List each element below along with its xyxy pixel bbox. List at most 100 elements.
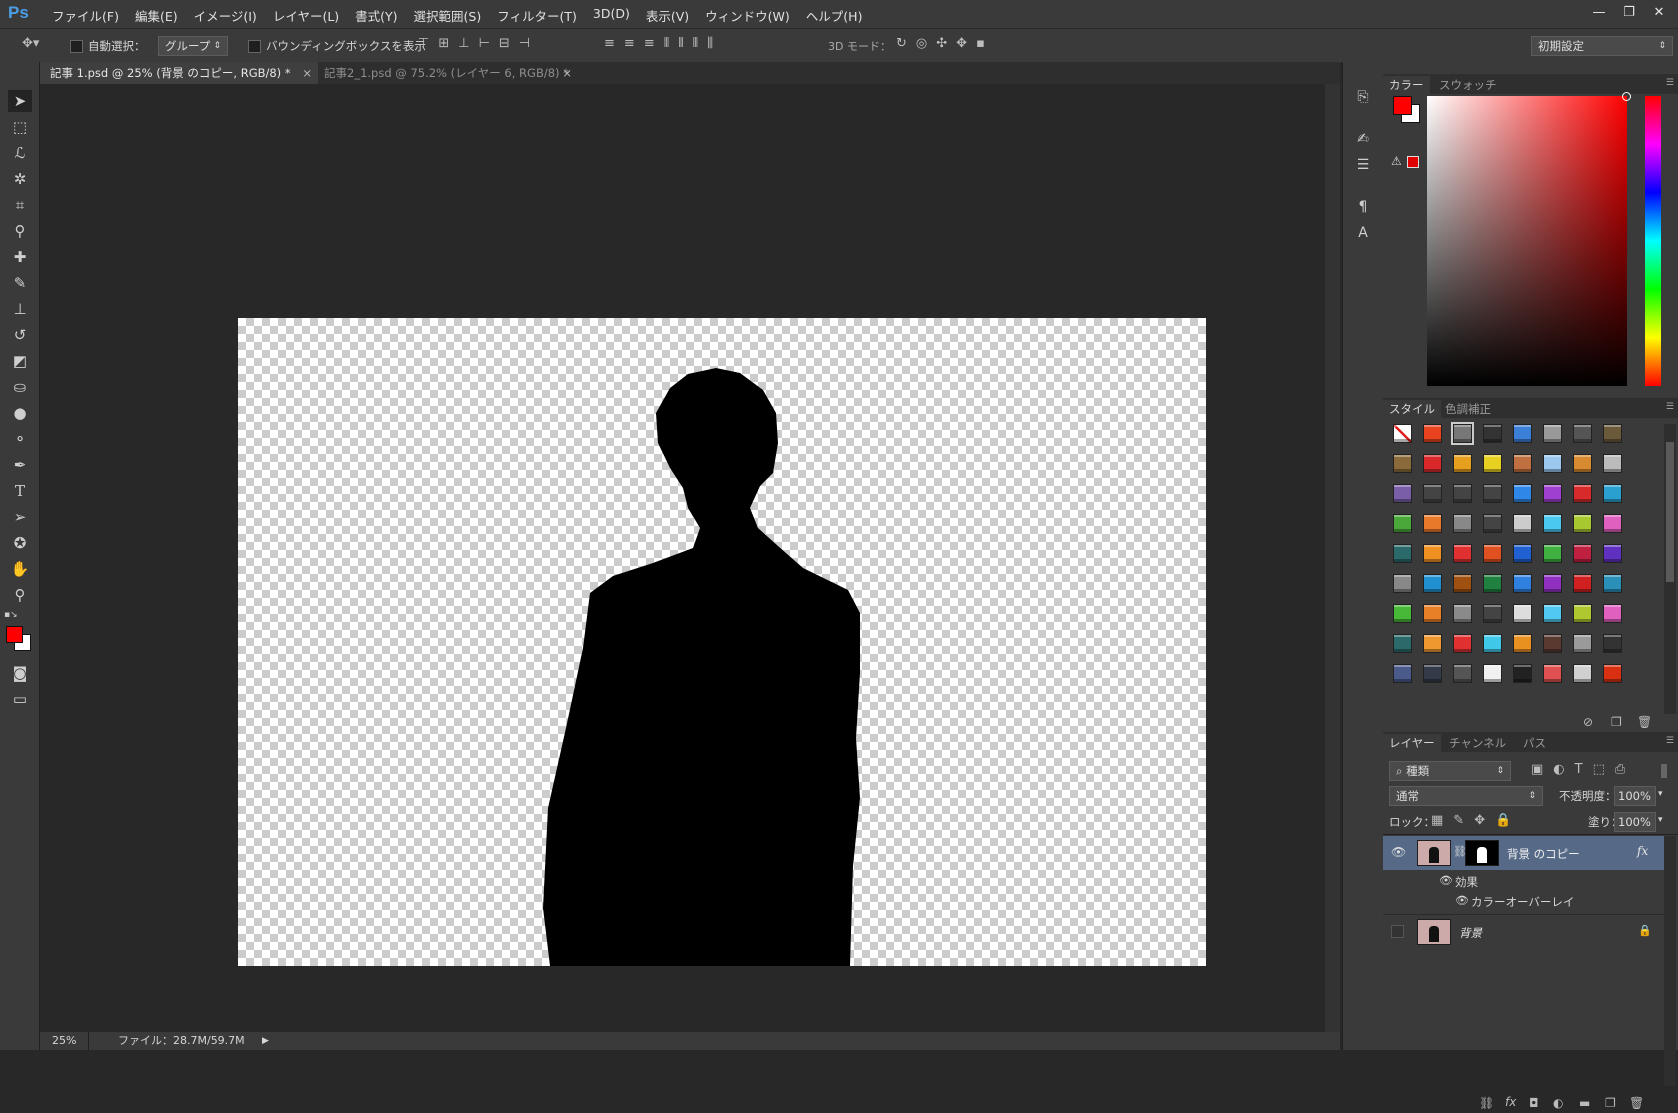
style-swatch[interactable]	[1451, 422, 1474, 445]
history-brush-icon[interactable]: ↺	[8, 324, 32, 346]
auto-select-checkbox[interactable]	[70, 40, 83, 53]
opacity-dropdown-icon[interactable]: ▾	[1658, 789, 1663, 799]
clear-style-icon[interactable]: ⊘	[1583, 715, 1593, 729]
shape-tool-icon[interactable]: ✪	[8, 532, 32, 554]
style-swatch[interactable]	[1573, 574, 1592, 593]
style-swatch[interactable]	[1573, 454, 1592, 473]
layer-effects-fx-icon[interactable]: fx	[1637, 844, 1648, 858]
style-swatch[interactable]	[1513, 514, 1532, 533]
minimize-button[interactable]: —	[1586, 3, 1612, 23]
layer-visibility-toggle[interactable]	[1391, 925, 1404, 938]
gamut-warning-color[interactable]	[1407, 156, 1419, 168]
adjustment-filter-icon[interactable]: ◐	[1553, 762, 1564, 777]
style-swatch[interactable]	[1513, 454, 1532, 473]
panel-menu-icon[interactable]: ☰	[1666, 736, 1674, 746]
distribute-top-icon[interactable]: ≡	[604, 36, 615, 51]
auto-align-icon[interactable]: ⫼	[707, 36, 713, 51]
new-layer-icon[interactable]: ❐	[1605, 1096, 1616, 1110]
layers-scrollbar[interactable]	[1664, 836, 1676, 1086]
styles-scroll-thumb[interactable]	[1666, 442, 1674, 582]
distribute-bottom-icon[interactable]: ≡	[644, 36, 655, 51]
history-panel-icon[interactable]: ⎘	[1351, 86, 1375, 108]
style-swatch[interactable]	[1543, 454, 1562, 473]
color-panel-foreground-swatch[interactable]	[1393, 96, 1412, 115]
style-swatch[interactable]	[1543, 484, 1562, 503]
menu-file[interactable]: ファイル(F)	[44, 6, 127, 25]
layer-name[interactable]: 背景 のコピー	[1507, 846, 1580, 862]
menu-type[interactable]: 書式(Y)	[347, 6, 405, 25]
style-swatch[interactable]	[1513, 634, 1532, 653]
style-swatch[interactable]	[1453, 454, 1472, 473]
3d-roll-icon[interactable]: ◎	[916, 36, 927, 51]
style-swatch[interactable]	[1423, 634, 1442, 653]
crop-tool-icon[interactable]: ⌗	[8, 194, 32, 216]
style-swatch[interactable]	[1483, 574, 1502, 593]
align-bottom-icon[interactable]: ⊥	[458, 36, 469, 51]
bounding-box-checkbox[interactable]	[248, 40, 261, 53]
tab-adjustments[interactable]: 色調補正	[1439, 400, 1497, 418]
close-button[interactable]: ✕	[1646, 3, 1672, 23]
style-swatch[interactable]	[1513, 574, 1532, 593]
tab-styles[interactable]: スタイル	[1383, 400, 1441, 418]
style-swatch[interactable]	[1483, 634, 1502, 653]
lasso-tool-icon[interactable]: ℒ	[8, 142, 32, 164]
style-swatch[interactable]	[1603, 574, 1622, 593]
layer-visibility-eye-icon[interactable]: 👁	[1391, 845, 1406, 859]
lock-transparent-icon[interactable]: ▦	[1431, 813, 1443, 828]
style-swatch[interactable]	[1423, 574, 1442, 593]
color-picker-handle[interactable]	[1622, 92, 1631, 101]
new-group-icon[interactable]: ▬	[1579, 1096, 1590, 1110]
type-filter-icon[interactable]: T	[1575, 762, 1583, 777]
style-swatch[interactable]	[1603, 454, 1622, 473]
delete-layer-icon[interactable]: 🗑	[1629, 1096, 1644, 1110]
3d-slide-icon[interactable]: ✥	[956, 36, 967, 51]
menu-edit[interactable]: 編集(E)	[127, 6, 186, 25]
style-swatch[interactable]	[1603, 604, 1622, 623]
style-swatch[interactable]	[1483, 514, 1502, 533]
menu-3d[interactable]: 3D(D)	[585, 6, 638, 25]
menu-window[interactable]: ウィンドウ(W)	[697, 6, 798, 25]
align-left-icon[interactable]: ⊢	[479, 36, 490, 51]
no-style-swatch[interactable]	[1393, 424, 1412, 443]
style-swatch[interactable]	[1483, 604, 1502, 623]
style-swatch[interactable]	[1543, 634, 1562, 653]
tab-paths[interactable]: パス	[1517, 734, 1552, 752]
smart-object-filter-icon[interactable]: ⎙	[1615, 762, 1625, 777]
style-swatch[interactable]	[1393, 664, 1412, 683]
brush-presets-icon[interactable]: ☰	[1351, 154, 1375, 176]
style-swatch[interactable]	[1393, 544, 1412, 563]
distribute-left-icon[interactable]: ⫴	[664, 36, 669, 51]
style-swatch[interactable]	[1393, 484, 1412, 503]
clone-stamp-icon[interactable]: ⊥	[8, 298, 32, 320]
fill-dropdown-icon[interactable]: ▾	[1658, 815, 1663, 825]
3d-drag-icon[interactable]: ✣	[936, 36, 947, 51]
workspace-dropdown[interactable]: 初期設定 ⇕	[1531, 36, 1673, 56]
brush-panel-icon[interactable]: ✍	[1351, 128, 1375, 150]
style-swatch[interactable]	[1453, 634, 1472, 653]
style-swatch[interactable]	[1423, 544, 1442, 563]
3d-camera-icon[interactable]: ▪	[976, 36, 985, 51]
style-swatch[interactable]	[1513, 604, 1532, 623]
menu-filter[interactable]: フィルター(T)	[489, 6, 585, 25]
gamut-warning-icon[interactable]: ⚠	[1391, 154, 1402, 168]
layer-lock-icon[interactable]: 🔒	[1638, 924, 1652, 937]
foreground-color-swatch[interactable]	[6, 626, 23, 643]
tab-swatches[interactable]: スウォッチ	[1433, 76, 1503, 94]
style-swatch[interactable]	[1393, 634, 1412, 653]
auto-select-dropdown[interactable]: グループ ⇕	[158, 36, 228, 56]
align-vcenter-icon[interactable]: ⊞	[438, 36, 449, 51]
layer-name[interactable]: 背景	[1459, 925, 1482, 941]
style-swatch[interactable]	[1543, 664, 1562, 683]
add-layer-style-icon[interactable]: fx	[1505, 1095, 1516, 1109]
styles-scrollbar[interactable]	[1664, 424, 1676, 714]
path-selection-icon[interactable]: ➢	[8, 506, 32, 528]
layer-filter-dropdown[interactable]: ⌕ 種類 ⇕	[1389, 761, 1511, 781]
style-swatch[interactable]	[1393, 514, 1412, 533]
zoom-level[interactable]: 25%	[52, 1032, 76, 1050]
style-swatch[interactable]	[1423, 424, 1442, 443]
type-tool-icon[interactable]: T	[8, 480, 32, 502]
hand-tool-icon[interactable]: ✋	[8, 558, 32, 580]
menu-help[interactable]: ヘルプ(H)	[798, 6, 871, 25]
style-swatch[interactable]	[1513, 424, 1532, 443]
lock-pixels-icon[interactable]: ✎	[1453, 813, 1464, 828]
